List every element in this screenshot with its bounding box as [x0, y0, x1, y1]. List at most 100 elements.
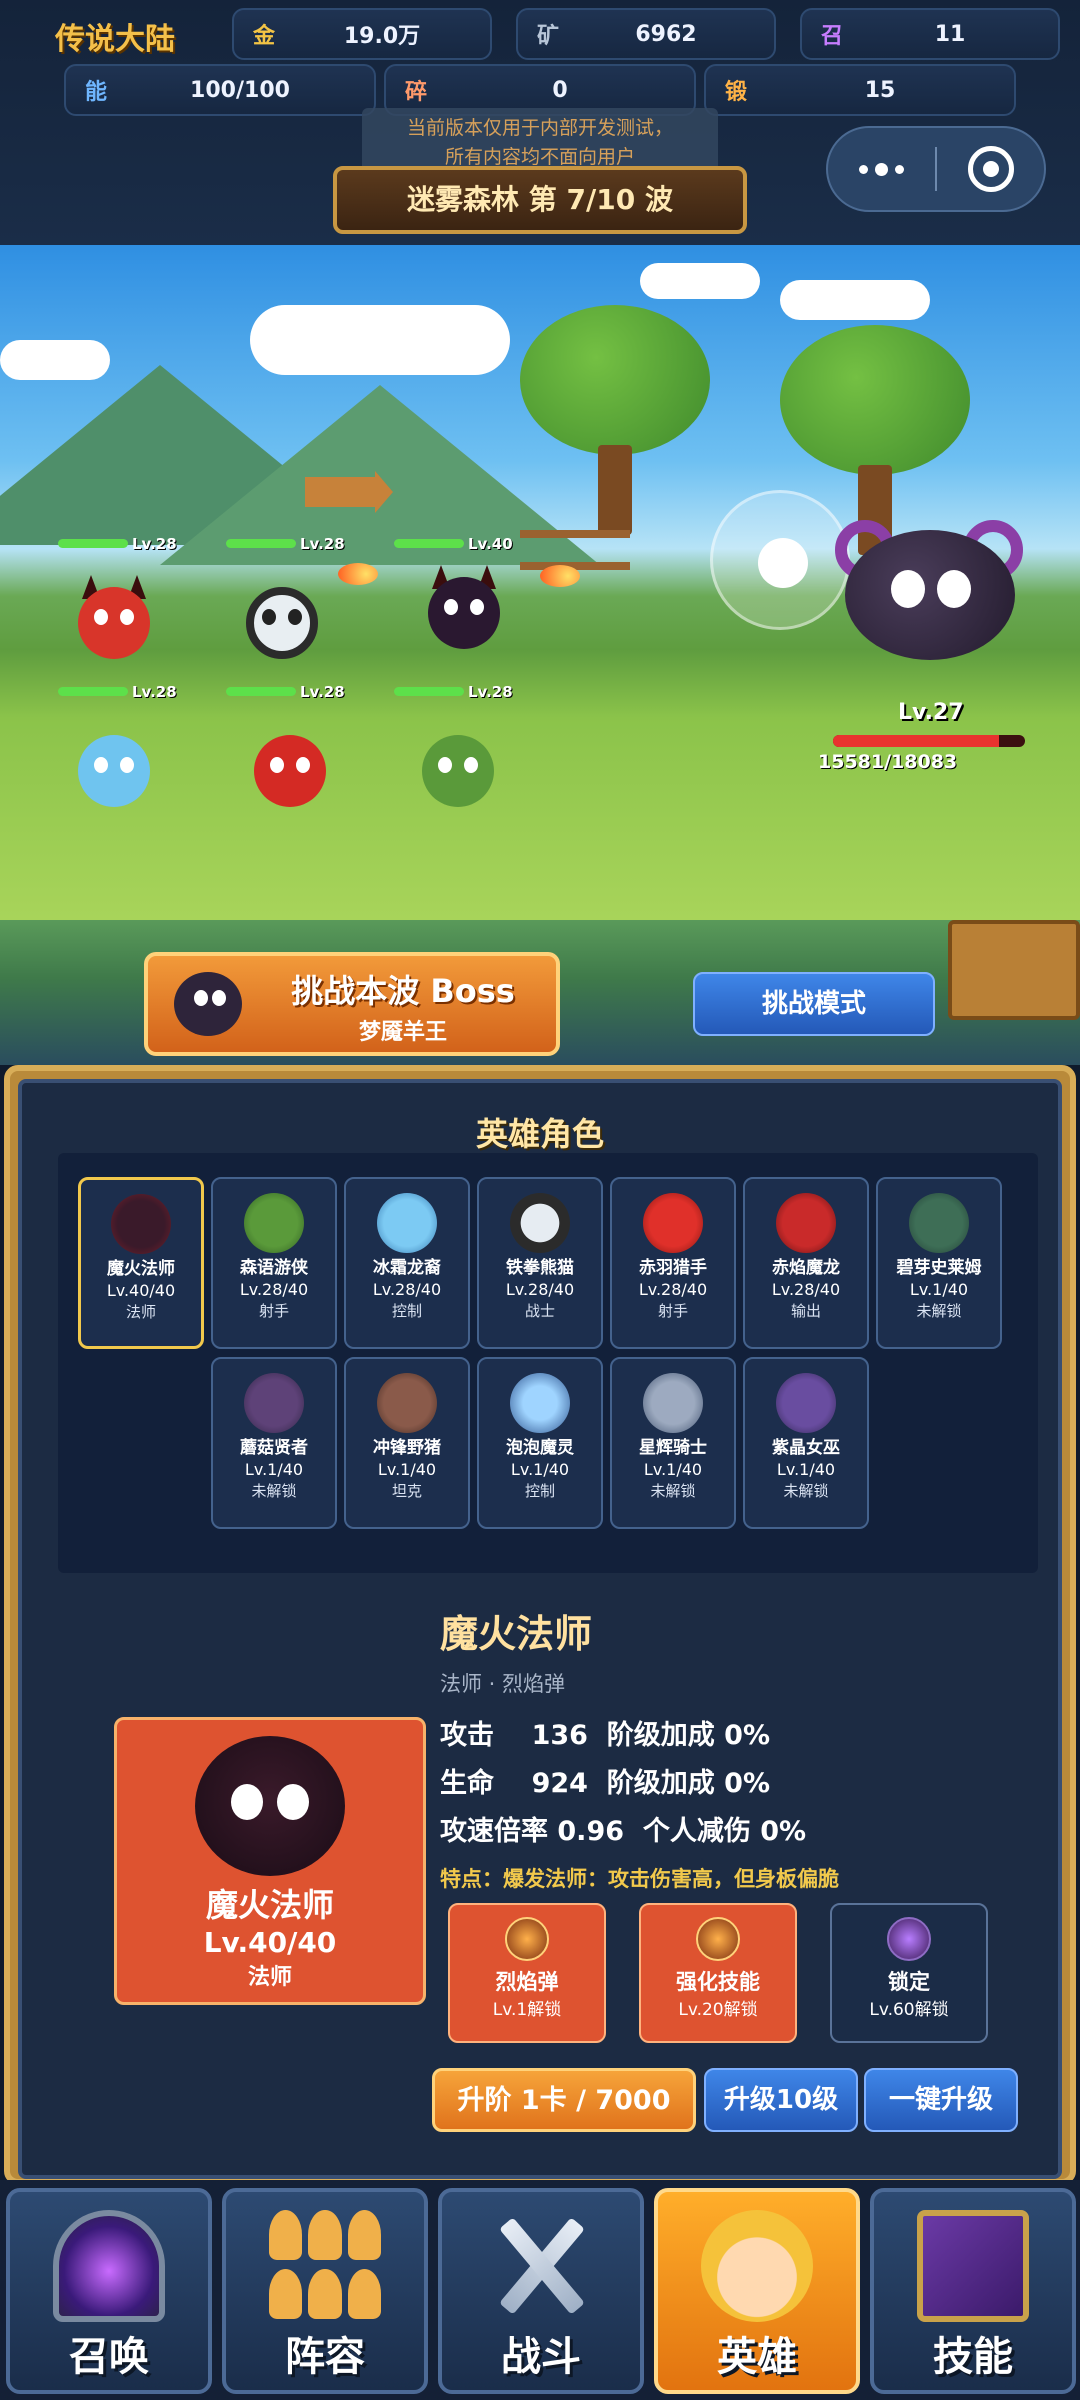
ore-value: 6962 — [635, 21, 697, 47]
energy-icon: 能 — [84, 80, 107, 105]
hero-card-ice-dragon[interactable]: 冰霜龙裔 Lv.28/40 控制 — [344, 1177, 470, 1349]
nav-label: 英雄 — [717, 2334, 797, 2380]
spellbook-icon — [917, 2210, 1029, 2322]
summon-value: 11 — [934, 21, 966, 47]
forest-ranger-unit — [408, 713, 508, 813]
energy-value: 100/100 — [190, 77, 290, 103]
locked-skill-icon — [887, 1917, 931, 1961]
close-miniprogram-button[interactable] — [937, 128, 1044, 210]
hero-level: Lv.28/40 — [505, 1280, 575, 1299]
hero-detail-name: 魔火法师 — [440, 1612, 593, 1656]
challenge-boss-label: 挑战本波 Boss — [291, 972, 515, 1010]
hero-card-forest-ranger[interactable]: 森语游侠 Lv.28/40 射手 — [211, 1177, 337, 1349]
forge-value: 15 — [864, 77, 896, 103]
target-icon — [967, 146, 1014, 192]
hero-panel: 英雄角色 魔火法师 Lv.40/40 法师 森语游侠 Lv.28/40 射手 冰… — [4, 1065, 1076, 2185]
hero-level: Lv.28/40 — [239, 1280, 309, 1299]
skill-card-locked[interactable]: 锁定 Lv.60解锁 — [830, 1903, 988, 2043]
gold-counter: 金 19.0万 — [232, 8, 492, 60]
upgrade-all-button[interactable]: 一键升级 — [864, 2068, 1018, 2132]
nav-tab-battle[interactable]: 战斗 — [438, 2188, 644, 2394]
skill-card-enhance[interactable]: 强化技能 Lv.20解锁 — [639, 1903, 797, 2043]
upgrade-10-button[interactable]: 升级10级 — [704, 2068, 858, 2132]
hero-role: 未解锁 — [783, 1482, 829, 1500]
hero-card-mushroom-sage[interactable]: 蘑菇贤者 Lv.1/40 未解锁 — [211, 1357, 337, 1529]
hero-hp-bar — [226, 687, 296, 696]
hero-hp-bar — [394, 687, 464, 696]
hero-avatar — [510, 1373, 570, 1433]
hero-card-amethyst-witch[interactable]: 紫晶女巫 Lv.1/40 未解锁 — [743, 1357, 869, 1529]
boss-hp-bar — [833, 735, 1025, 747]
hero-card-bubble-spirit[interactable]: 泡泡魔灵 Lv.1/40 控制 — [477, 1357, 603, 1529]
virtual-joystick[interactable] — [710, 490, 850, 630]
battle-scene: Lv.28 Lv.28 Lv.40 Lv.28 Lv.28 Lv.28 Lv.2… — [0, 245, 1080, 920]
hero-level: Lv.28/40 — [372, 1280, 442, 1299]
dev-notice-line1: 当前版本仅用于内部开发测试， — [406, 117, 673, 139]
hero-level: Lv.1/40 — [244, 1460, 304, 1479]
team-icon — [269, 2210, 381, 2322]
summon-icon: 召 — [820, 24, 843, 49]
skill-card-fireball[interactable]: 烈焰弹 Lv.1解锁 — [448, 1903, 606, 2043]
nav-label: 召唤 — [69, 2334, 149, 2380]
hero-avatar — [510, 1193, 570, 1253]
boss-ram-king — [835, 500, 1025, 670]
nav-label: 技能 — [933, 2334, 1013, 2380]
hero-role: 法师 — [125, 1303, 156, 1321]
hero-card-iron-panda[interactable]: 铁拳熊猫 Lv.28/40 战士 — [477, 1177, 603, 1349]
nav-tab-skills[interactable]: 技能 — [870, 2188, 1076, 2394]
boss-thumbnail-icon — [174, 972, 242, 1036]
skill-unlock: Lv.1解锁 — [492, 2000, 562, 2020]
hero-level-label: Lv.28 — [300, 535, 345, 553]
fireball-skill-icon — [505, 1917, 549, 1961]
ice-dragon-unit — [64, 713, 164, 813]
hero-name: 森语游侠 — [240, 1258, 308, 1278]
fire-mage-unit — [414, 555, 514, 655]
hero-name: 魔火法师 — [107, 1259, 175, 1279]
hero-level: Lv.1/40 — [909, 1280, 969, 1299]
hero-card-charging-boar[interactable]: 冲锋野猪 Lv.1/40 坦克 — [344, 1357, 470, 1529]
top-hud: 传说大陆 金 19.0万 矿 6962 召 11 能 100/100 碎 0 锻… — [0, 0, 1080, 245]
gold-icon: 金 — [252, 24, 275, 49]
challenge-mode-button[interactable]: 挑战模式 — [693, 972, 935, 1036]
hero-name: 紫晶女巫 — [772, 1438, 840, 1458]
red-bird-unit — [240, 713, 340, 813]
hero-card-flame-dragon[interactable]: 赤焰魔龙 Lv.28/40 输出 — [743, 1177, 869, 1349]
hero-level-label: Lv.28 — [300, 683, 345, 701]
hero-role: 射手 — [258, 1302, 289, 1320]
hero-card-star-knight[interactable]: 星辉骑士 Lv.1/40 未解锁 — [610, 1357, 736, 1529]
hero-role: 坦克 — [391, 1482, 422, 1500]
hero-level: Lv.1/40 — [377, 1460, 437, 1479]
hero-avatar — [909, 1193, 969, 1253]
nav-tab-summon[interactable]: 召唤 — [6, 2188, 212, 2394]
nav-tab-hero[interactable]: 英雄 — [654, 2188, 860, 2394]
nav-tab-team[interactable]: 阵容 — [222, 2188, 428, 2394]
attack-stat-line: 攻击 136 阶级加成 0% — [440, 1720, 770, 1751]
hero-avatar — [244, 1373, 304, 1433]
hero-level-label: Lv.40 — [468, 535, 513, 553]
hero-avatar — [111, 1194, 171, 1254]
hero-role: 战士 — [524, 1302, 555, 1320]
forge-counter: 锻 15 — [704, 64, 1016, 116]
hero-avatar — [377, 1193, 437, 1253]
hero-card-fire-mage[interactable]: 魔火法师 Lv.40/40 法师 — [78, 1177, 204, 1349]
hero-avatar — [776, 1373, 836, 1433]
hero-level-label: Lv.28 — [468, 683, 513, 701]
hero-name: 赤羽猎手 — [639, 1258, 707, 1278]
advance-rank-button[interactable]: 升阶 1卡 / 7000 — [432, 2068, 696, 2132]
cloud — [640, 263, 760, 299]
hero-card-red-feather[interactable]: 赤羽猎手 Lv.28/40 射手 — [610, 1177, 736, 1349]
hero-hp-bar — [226, 539, 296, 548]
energy-counter: 能 100/100 — [64, 64, 376, 116]
skill-name: 烈焰弹 — [495, 1970, 559, 1994]
skill-unlock: Lv.20解锁 — [678, 2000, 758, 2020]
more-menu-button[interactable] — [828, 128, 935, 210]
joystick-knob[interactable] — [758, 538, 808, 588]
hero-role: 未解锁 — [916, 1302, 962, 1320]
crossed-swords-icon — [485, 2210, 597, 2322]
speed-stat-line: 攻速倍率 0.96 个人减伤 0% — [440, 1816, 807, 1847]
hero-name: 铁拳熊猫 — [506, 1258, 574, 1278]
hero-role: 射手 — [657, 1302, 688, 1320]
hero-card-sprout-slime[interactable]: 碧芽史莱姆 Lv.1/40 未解锁 — [876, 1177, 1002, 1349]
challenge-boss-button[interactable]: 挑战本波 Boss 梦魇羊王 — [144, 952, 560, 1056]
fragment-value: 0 — [552, 77, 568, 103]
